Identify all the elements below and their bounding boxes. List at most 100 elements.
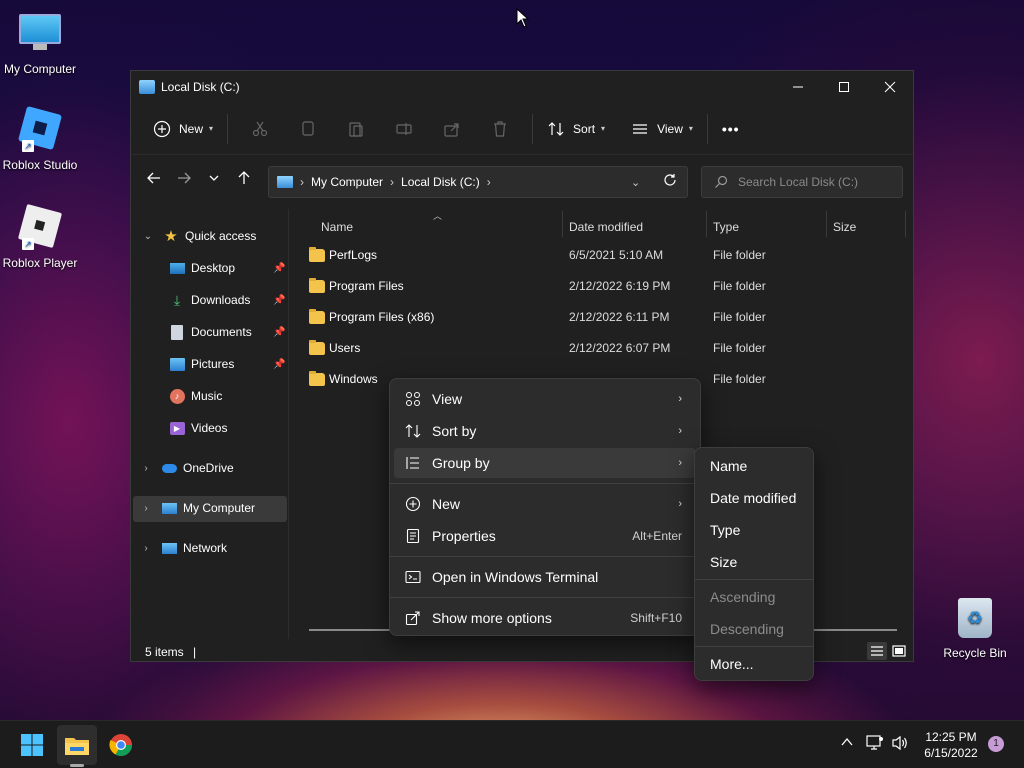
menu-item-new[interactable]: New ›: [394, 489, 696, 519]
taskbar-chrome[interactable]: [101, 725, 141, 765]
menu-item-open-terminal[interactable]: Open in Windows Terminal: [394, 562, 696, 592]
chevron-right-icon[interactable]: ›: [139, 463, 153, 474]
clock[interactable]: 12:25 PM 6/15/2022: [918, 729, 984, 761]
column-header-name[interactable]: Name: [321, 215, 353, 239]
column-header-type[interactable]: Type: [713, 215, 739, 239]
network-status-button[interactable]: [866, 735, 884, 751]
more-dots-icon: •••: [721, 120, 740, 137]
menu-item-show-more-options[interactable]: Show more options Shift+F10: [394, 603, 696, 633]
chevron-right-icon[interactable]: ›: [139, 503, 153, 514]
submenu-item-date-modified[interactable]: Date modified: [710, 488, 796, 508]
view-button[interactable]: View ▾: [625, 112, 699, 146]
sidebar-item-label: Pictures: [191, 357, 235, 371]
title-bar[interactable]: Local Disk (C:): [131, 71, 913, 103]
shortcut-arrow-icon: ↗: [22, 140, 34, 152]
file-name: PerfLogs: [329, 248, 378, 262]
search-input[interactable]: [738, 175, 888, 189]
rename-button[interactable]: [380, 112, 428, 146]
column-header-size[interactable]: Size: [833, 215, 856, 239]
forward-button[interactable]: [169, 163, 199, 193]
sidebar-item-desktop[interactable]: Desktop 📌: [169, 255, 285, 281]
chevron-right-icon[interactable]: ›: [139, 543, 153, 554]
rename-icon: [396, 122, 412, 135]
more-options-button[interactable]: •••: [716, 112, 746, 146]
table-row[interactable]: PerfLogs 6/5/2021 5:10 AM File folder: [309, 241, 899, 269]
menu-item-group-by[interactable]: Group by ›: [394, 448, 696, 478]
paste-icon: [349, 121, 363, 137]
table-row[interactable]: Program Files 2/12/2022 6:19 PM File fol…: [309, 272, 899, 300]
menu-item-view[interactable]: View ›: [394, 384, 696, 414]
menu-item-label: New: [432, 496, 461, 512]
refresh-icon[interactable]: [663, 173, 677, 190]
table-row[interactable]: Users 2/12/2022 6:07 PM File folder: [309, 334, 899, 362]
desktop-icon-my-computer[interactable]: My Computer: [0, 10, 80, 76]
column-divider[interactable]: [562, 211, 563, 237]
speaker-icon: [892, 735, 907, 751]
folder-icon: [309, 339, 325, 355]
volume-button[interactable]: [891, 735, 909, 751]
column-divider[interactable]: [905, 211, 906, 237]
maximize-button[interactable]: [821, 71, 867, 103]
menu-item-sort-by[interactable]: Sort by ›: [394, 416, 696, 446]
sidebar-item-music[interactable]: ♪ Music: [169, 383, 222, 409]
sidebar-item-network[interactable]: › Network: [144, 535, 227, 561]
details-view-button[interactable]: [867, 642, 887, 660]
search-box[interactable]: [701, 166, 903, 198]
grid-icon: [404, 390, 422, 408]
desktop-icon: [169, 260, 185, 276]
notification-badge[interactable]: 1: [988, 736, 1004, 752]
menu-divider: [390, 483, 700, 484]
address-bar[interactable]: › My Computer › Local Disk (C:) › ⌄: [268, 166, 688, 198]
submenu-item-name[interactable]: Name: [710, 456, 747, 476]
sidebar-item-onedrive[interactable]: › OneDrive: [144, 455, 233, 481]
file-type: File folder: [713, 310, 766, 324]
address-dropdown-icon[interactable]: ⌄: [631, 176, 640, 189]
breadcrumb-local-disk[interactable]: Local Disk (C:): [401, 175, 480, 189]
share-button[interactable]: [428, 112, 476, 146]
cut-button[interactable]: [236, 112, 284, 146]
breadcrumb-my-computer[interactable]: My Computer: [311, 175, 383, 189]
submenu-item-more[interactable]: More...: [710, 654, 754, 674]
start-button[interactable]: [12, 725, 52, 765]
minimize-button[interactable]: [775, 71, 821, 103]
taskbar-file-explorer[interactable]: [57, 725, 97, 765]
sidebar-item-downloads[interactable]: ⤓ Downloads 📌: [169, 287, 286, 313]
column-header-date[interactable]: Date modified: [569, 215, 643, 239]
pin-icon: 📌: [273, 326, 286, 338]
sidebar-item-my-computer[interactable]: › My Computer: [144, 495, 255, 521]
submenu-item-type[interactable]: Type: [710, 520, 740, 540]
chevron-down-icon[interactable]: ⌄: [141, 231, 155, 242]
close-button[interactable]: [867, 71, 913, 103]
show-hidden-icons-button[interactable]: [840, 735, 854, 749]
chevron-right-icon: ›: [678, 498, 682, 510]
table-row[interactable]: Program Files (x86) 2/12/2022 6:11 PM Fi…: [309, 303, 899, 331]
tiles-view-icon: [892, 645, 906, 657]
sort-button[interactable]: Sort ▾: [541, 112, 611, 146]
submenu-item-size[interactable]: Size: [710, 552, 737, 572]
column-divider[interactable]: [826, 211, 827, 237]
recent-locations-button[interactable]: [199, 163, 229, 193]
properties-icon: [404, 527, 422, 545]
sidebar-item-pictures[interactable]: Pictures 📌: [169, 351, 285, 377]
mouse-cursor-icon: [516, 8, 530, 28]
delete-button[interactable]: [476, 112, 524, 146]
up-button[interactable]: [229, 163, 259, 193]
desktop-icon-label: Roblox Studio: [2, 158, 78, 172]
new-button[interactable]: New ▾: [147, 112, 219, 146]
paste-button[interactable]: [332, 112, 380, 146]
network-icon: [161, 540, 177, 556]
desktop-icon-roblox-player[interactable]: ↗ Roblox Player: [0, 203, 80, 270]
tiles-view-button[interactable]: [889, 642, 909, 660]
column-divider[interactable]: [706, 211, 707, 237]
desktop-icon-roblox-studio[interactable]: ↗ Roblox Studio: [0, 105, 80, 172]
sidebar-item-videos[interactable]: ▶ Videos: [169, 415, 227, 441]
toolbar-divider: [706, 113, 708, 144]
menu-item-properties[interactable]: Properties Alt+Enter: [394, 521, 696, 551]
sidebar-item-quick-access[interactable]: ⌄ ★ Quick access: [144, 223, 257, 249]
star-icon: ★: [164, 228, 178, 245]
sidebar-item-documents[interactable]: Documents 📌: [169, 319, 285, 345]
copy-button[interactable]: [284, 112, 332, 146]
desktop-icon-recycle-bin[interactable]: Recycle Bin: [935, 598, 1015, 660]
file-date: 6/5/2021 5:10 AM: [569, 248, 664, 262]
back-button[interactable]: [139, 163, 169, 193]
